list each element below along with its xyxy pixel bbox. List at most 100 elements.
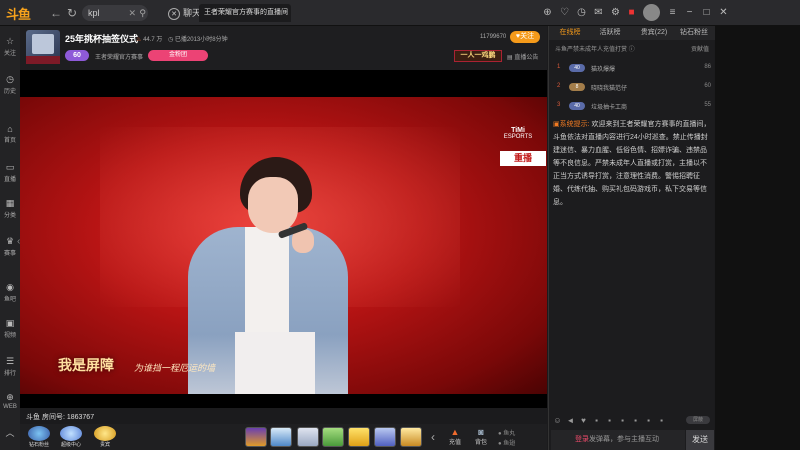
minimize-icon[interactable]: −: [683, 6, 696, 19]
gift-slot[interactable]: [400, 427, 422, 447]
gift-slot[interactable]: [322, 427, 344, 447]
fire-icon: ♨: [136, 37, 142, 43]
singer-shirt: [245, 227, 289, 337]
room-number: 斗鱼 房间号: 1863767: [26, 414, 95, 421]
sidebar-item-label: 历史: [3, 89, 16, 95]
maximize-icon[interactable]: □: [700, 6, 713, 19]
timi-esports-logo: TiMi ESPORTS: [492, 127, 544, 147]
sidebar-item-home[interactable]: ⌂ 首页: [0, 124, 20, 144]
gift-slot[interactable]: [270, 427, 292, 447]
gift-slot[interactable]: [374, 427, 396, 447]
message-icon[interactable]: ✉: [592, 6, 605, 19]
recharge-button[interactable]: ▲ 充值: [444, 427, 466, 446]
search-input[interactable]: kpl ✕ ⚲: [82, 5, 148, 21]
tool-icon[interactable]: ▪: [605, 416, 614, 425]
send-button[interactable]: 发送: [686, 430, 714, 450]
sidebar-item-rank[interactable]: ☰ 排行: [0, 356, 20, 377]
clear-icon[interactable]: ✕: [128, 5, 136, 21]
list-item[interactable]: 1 40 猫玖爆爆 86: [549, 60, 715, 78]
follow-button[interactable]: ♥关注: [510, 31, 540, 43]
sidebar-item-label: 视频: [3, 333, 16, 339]
gift-slot[interactable]: [245, 427, 267, 447]
vip-badge[interactable]: 贵宾: [92, 426, 118, 448]
back-icon[interactable]: ←: [48, 5, 64, 21]
diamond-fan-badge[interactable]: 钻石粉丝: [26, 426, 52, 448]
room-tab[interactable]: 王者荣耀官方赛事的直播间 ×: [199, 4, 291, 22]
list-item[interactable]: 2 8 晓晓我猫范仔 60: [549, 79, 715, 97]
info-icon[interactable]: ⓘ: [629, 47, 635, 53]
sidebar-item-live[interactable]: ▭ 直播: [0, 162, 20, 183]
rank-value: 86: [704, 64, 711, 70]
list-item[interactable]: 3 40 垃圾抽卡工商 55: [549, 98, 715, 116]
tab-active-rank[interactable]: 活跃榜: [593, 26, 627, 40]
announcement-label: 直播公告: [514, 55, 539, 61]
sidebar-item-label: 关注: [3, 51, 16, 57]
sidebar-item-video[interactable]: ▣ 视频: [0, 318, 20, 339]
minor-notice: 斗鱼严禁未成年人充值打赏 ⓘ: [555, 44, 635, 53]
tool-icon[interactable]: ▪: [644, 416, 653, 425]
tool-icon[interactable]: ▪: [631, 416, 640, 425]
close-icon[interactable]: ✕: [717, 6, 730, 19]
search-icon[interactable]: ⚲: [139, 5, 146, 21]
sidebar-more[interactable]: ︿: [0, 426, 20, 440]
super-center-badge[interactable]: 超级中心: [58, 426, 84, 448]
tab-vip[interactable]: 贵宾(22): [635, 26, 673, 40]
tool-icon[interactable]: ▪: [618, 416, 627, 425]
tool-icon[interactable]: ▪: [657, 416, 666, 425]
host-name[interactable]: 王者荣耀官方赛事: [95, 52, 143, 61]
diamond-fan-icon: [28, 426, 50, 441]
gift-slot[interactable]: [297, 427, 319, 447]
video-player[interactable]: 我是屏障 为谁挡一程厄运的墙 TiMi ESPORTS 重播: [20, 70, 547, 408]
sidebar-item-follow[interactable]: ☆ 关注: [0, 36, 20, 57]
sidebar-item-category[interactable]: ▦ 分类: [0, 198, 20, 219]
close-tab-icon[interactable]: ×: [284, 4, 288, 22]
fishfin-balance: ● 鱼翅: [498, 438, 515, 447]
settings-icon[interactable]: ⚙: [609, 6, 622, 19]
emoji-icon[interactable]: ☺: [553, 416, 562, 425]
system-label: ▣系统提示:: [553, 121, 590, 128]
rank-value: 55: [704, 102, 711, 108]
menu-icon[interactable]: ≡: [666, 6, 679, 19]
singer-face: [248, 177, 298, 233]
sidebar-item-label: 首页: [3, 138, 16, 144]
backpack-button[interactable]: ◙ 背包: [470, 427, 492, 446]
rank-number: 1: [557, 64, 561, 70]
gift-icon[interactable]: ■: [625, 6, 638, 19]
badge-label: 超级中心: [60, 442, 81, 448]
rank-tabs: 在线榜 活跃榜 贵宾(22) 钻石粉丝: [549, 26, 715, 40]
announcement-link[interactable]: ▤ 直播公告: [507, 52, 538, 61]
megaphone-icon[interactable]: ◄: [566, 416, 575, 425]
douyu-logo[interactable]: 斗鱼: [6, 4, 38, 23]
host-avatar[interactable]: [26, 30, 60, 64]
sidebar-item-fishbar[interactable]: ◉ 鱼吧: [0, 282, 20, 303]
vip-icon: [94, 426, 116, 441]
fan-club-button[interactable]: 金粉团: [148, 50, 208, 61]
star-icon: ☆: [5, 36, 15, 46]
chat-input[interactable]: 登录发弹幕，参与主播互动: [551, 430, 685, 450]
system-icon: ▣: [553, 121, 560, 128]
shield-toggle[interactable]: 屏蔽: [686, 416, 710, 424]
gift-banner[interactable]: 一人一鸡鹏: [454, 50, 502, 62]
avatar[interactable]: [643, 4, 660, 21]
download-icon[interactable]: ⊕: [541, 6, 554, 19]
room-title: 25年挑杯抽签仪式: [65, 34, 139, 44]
sidebar-item-history[interactable]: ◷ 历史: [0, 74, 20, 95]
clock-icon: ◷: [168, 37, 174, 43]
fans-icon[interactable]: ♥: [579, 416, 588, 425]
login-link[interactable]: 登录: [575, 436, 589, 443]
sidebar-item-web[interactable]: ⊕ WEB: [0, 392, 20, 410]
refresh-icon[interactable]: ↻: [64, 5, 80, 21]
tool-icon[interactable]: ▪: [592, 416, 601, 425]
rank-level-badge: 40: [569, 64, 585, 72]
history-icon[interactable]: ◷: [575, 6, 588, 19]
stage-frame: 我是屏障 为谁挡一程厄运的墙 TiMi ESPORTS 重播: [20, 97, 547, 394]
gift-slot[interactable]: [348, 427, 370, 447]
gift-scroll-left-icon[interactable]: ‹: [425, 429, 441, 445]
super-center-icon: [60, 426, 82, 441]
sidebar-item-label: 排行: [3, 371, 16, 377]
search-input-value: kpl: [88, 8, 100, 18]
tab-online-rank[interactable]: 在线榜: [553, 26, 587, 40]
heart-icon[interactable]: ♡: [558, 6, 571, 19]
tab-diamond-fans[interactable]: 钻石粉丝: [675, 26, 713, 40]
rank-level-badge: 40: [569, 102, 585, 110]
